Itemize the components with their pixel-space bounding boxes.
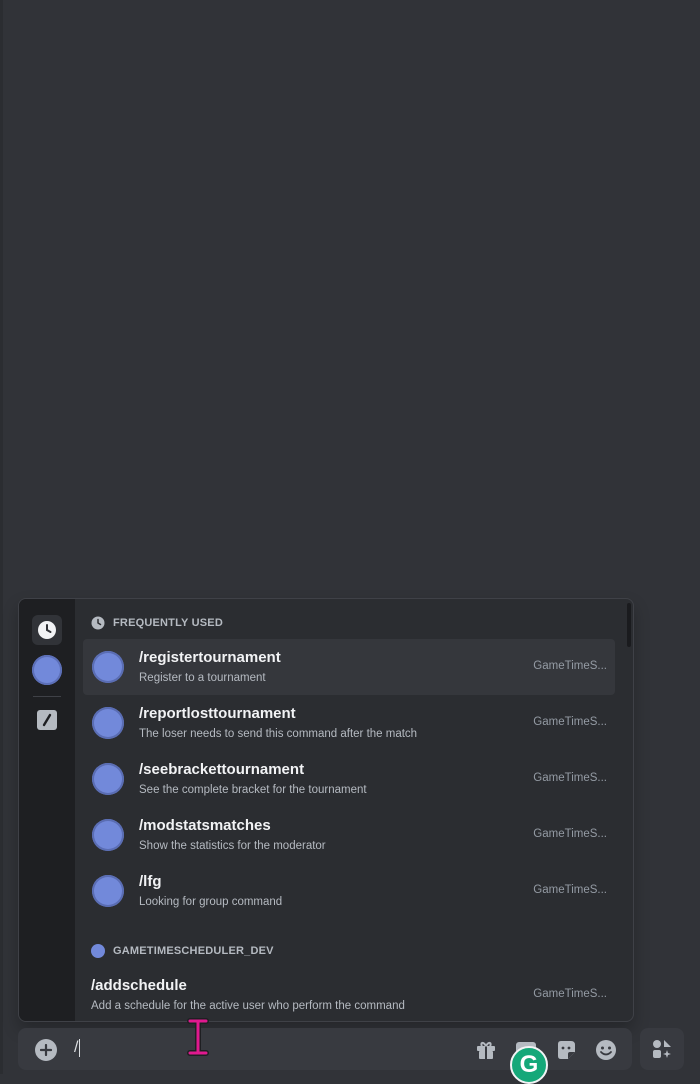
upload-button[interactable] [35, 1039, 57, 1061]
section-title: GAMETIMESCHEDULER_DEV [113, 945, 274, 957]
sticker-icon [558, 1041, 575, 1059]
app-avatar [92, 707, 124, 739]
message-input[interactable]: / [74, 1039, 81, 1057]
command-source: GameTimeS... [533, 716, 607, 728]
command-item[interactable]: /modstatsmatches Show the statistics for… [83, 807, 615, 863]
command-source: GameTimeS... [533, 828, 607, 840]
command-name: /addschedule [91, 977, 187, 994]
gift-icon [477, 1042, 495, 1059]
gift-button[interactable] [474, 1038, 498, 1062]
grammarly-icon: G [519, 1051, 539, 1078]
clock-icon [38, 621, 56, 639]
command-description: The loser needs to send this command aft… [139, 728, 418, 740]
app-avatar [91, 944, 105, 958]
app-avatar [92, 819, 124, 851]
command-item[interactable]: /reportlosttournament The loser needs to… [83, 695, 615, 751]
app-avatar [92, 875, 124, 907]
command-source: GameTimeS... [533, 988, 607, 1000]
rail-divider [33, 696, 61, 697]
command-item[interactable]: /addschedule Add a schedule for the acti… [83, 967, 615, 1021]
app-category-button[interactable] [32, 655, 62, 685]
frequently-used-category-button[interactable] [32, 615, 62, 645]
command-source: GameTimeS... [533, 772, 607, 784]
command-autocomplete-popup: FREQUENTLY USED /registertournament Regi… [18, 598, 634, 1022]
command-list: FREQUENTLY USED /registertournament Regi… [75, 599, 633, 1021]
command-description: Register to a tournament [139, 672, 266, 684]
command-item[interactable]: /seebrackettournament See the complete b… [83, 751, 615, 807]
app-launcher-button[interactable] [640, 1028, 684, 1070]
scrollbar[interactable] [627, 603, 631, 647]
frequently-used-header: FREQUENTLY USED [91, 613, 223, 633]
slash-command-icon [37, 710, 57, 730]
text-cursor-icon [187, 1018, 209, 1056]
app-avatar [92, 763, 124, 795]
command-name: /registertournament [139, 649, 281, 666]
command-item[interactable]: /lfg Looking for group command GameTimeS… [83, 863, 615, 919]
command-description: Add a schedule for the active user who p… [91, 1000, 405, 1012]
left-edge-divider [0, 0, 3, 1074]
app-avatar [32, 655, 62, 685]
command-source: GameTimeS... [533, 660, 607, 672]
text-caret [79, 1039, 81, 1057]
command-name: /modstatsmatches [139, 817, 271, 834]
app-avatar [92, 651, 124, 683]
built-in-commands-category-button[interactable] [32, 705, 62, 735]
command-name: /seebrackettournament [139, 761, 305, 778]
app-section-header: GAMETIMESCHEDULER_DEV [91, 941, 274, 961]
grammarly-button[interactable]: G [510, 1046, 548, 1084]
command-description: Show the statistics for the moderator [139, 840, 326, 852]
command-item[interactable]: /registertournament Register to a tourna… [83, 639, 615, 695]
command-name: /reportlosttournament [139, 705, 296, 722]
emoji-button[interactable] [594, 1038, 618, 1062]
command-source: GameTimeS... [533, 884, 607, 896]
plus-icon [40, 1044, 52, 1056]
sticker-button[interactable] [554, 1038, 578, 1062]
command-description: See the complete bracket for the tournam… [139, 784, 367, 796]
command-description: Looking for group command [139, 896, 283, 908]
clock-icon [91, 616, 105, 630]
command-category-rail [19, 599, 75, 1021]
apps-icon [653, 1040, 671, 1058]
section-title: FREQUENTLY USED [113, 617, 223, 629]
command-name: /lfg [139, 873, 162, 890]
emoji-icon [596, 1040, 616, 1060]
input-value: / [74, 1039, 79, 1057]
